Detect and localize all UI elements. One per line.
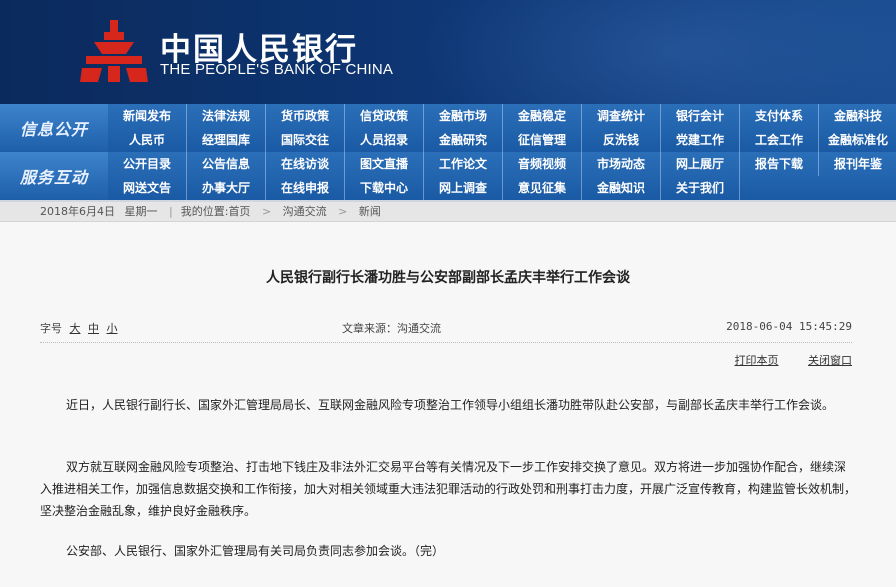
nav-link-live-broadcast[interactable]: 图文直播 [345,152,424,176]
logo-english-text: THE PEOPLE'S BANK OF CHINA [160,61,394,78]
nav-service-title: 服务互动 [0,152,108,200]
nav-link-online-exhibition[interactable]: 网上展厅 [661,152,740,176]
nav-link-news-release[interactable]: 新闻发布 [108,104,187,128]
nav-link-report-download[interactable]: 报告下载 [740,152,819,176]
nav-link-financial-knowledge[interactable]: 金融知识 [582,176,661,200]
nav-service-interaction: 服务互动 公开目录 公告信息 在线访谈 图文直播 工作论文 音频视频 市场动态 … [0,152,896,200]
nav-link-feedback[interactable]: 意见征集 [503,176,582,200]
nav-service-grid: 公开目录 公告信息 在线访谈 图文直播 工作论文 音频视频 市场动态 网上展厅 … [108,152,896,200]
article-tools: 打印本页 关闭窗口 [709,352,853,368]
nav-info-grid: 新闻发布 法律法规 货币政策 信贷政策 金融市场 金融稳定 调查统计 银行会计 … [108,104,896,152]
nav-link-standardization[interactable]: 金融标准化 [819,128,896,152]
nav-info-public: 信息公开 新闻发布 法律法规 货币政策 信贷政策 金融市场 金融稳定 调查统计 … [0,104,896,152]
article-meta: 字号 大 中 小 文章来源：沟通交流 2018-06-04 15:45:29 [40,320,852,336]
font-size-control: 字号 大 中 小 [40,320,118,336]
nav-link-announcements[interactable]: 公告信息 [187,152,266,176]
nav-link-online-survey[interactable]: 网上调查 [424,176,503,200]
nav-link-financial-stability[interactable]: 金融稳定 [503,104,582,128]
breadcrumb-home-link[interactable]: 首页 [228,205,250,218]
current-weekday: 星期一 [124,205,158,218]
nav-link-audio-video[interactable]: 音频视频 [503,152,582,176]
pboc-emblem-icon [80,20,148,82]
nav-link-working-papers[interactable]: 工作论文 [424,152,503,176]
article-datetime: 2018-06-04 15:45:29 [726,320,852,333]
breadcrumb-section-link[interactable]: 沟通交流 [283,205,327,218]
nav-info-title: 信息公开 [0,104,108,152]
article-container: 人民银行副行长潘功胜与公安部副部长孟庆丰举行工作会谈 字号 大 中 小 文章来源… [0,223,896,587]
nav-link-about-us[interactable]: 关于我们 [661,176,740,200]
nav-link-international[interactable]: 国际交往 [266,128,345,152]
nav-link-online-interview[interactable]: 在线访谈 [266,152,345,176]
breadcrumb-arrow-icon: > [261,205,272,218]
banner-glow [420,0,896,104]
nav-link-market-news[interactable]: 市场动态 [582,152,661,176]
nav-link-credit-policy[interactable]: 信贷政策 [345,104,424,128]
font-size-medium-link[interactable]: 中 [88,322,99,335]
article-source: 文章来源：沟通交流 [342,322,441,335]
print-page-link[interactable]: 打印本页 [735,354,779,367]
current-date: 2018年6月4日 [40,205,115,218]
nav-link-yearbooks[interactable]: 报刊年鉴 [819,152,896,176]
nav-link-anti-money-laundering[interactable]: 反洗钱 [582,128,661,152]
nav-link-party-building[interactable]: 党建工作 [661,128,740,152]
breadcrumb-arrow-icon: > [338,205,348,218]
nav-link-bank-accounting[interactable]: 银行会计 [661,104,740,128]
nav-link-online-filing[interactable]: 在线申报 [266,176,345,200]
nav-link-recruitment[interactable]: 人员招录 [345,128,424,152]
breadcrumb-page-link[interactable]: 新闻 [359,205,381,218]
nav-link-public-catalog[interactable]: 公开目录 [108,152,187,176]
nav-link-financial-market[interactable]: 金融市场 [424,104,503,128]
close-window-link[interactable]: 关闭窗口 [808,354,852,367]
nav-link-treasury[interactable]: 经理国库 [187,128,266,152]
article-paragraph: 近日，人民银行副行长、国家外汇管理局局长、互联网金融风险专项整治工作领导小组组长… [66,398,835,412]
nav-link-rmb[interactable]: 人民币 [108,128,187,152]
article-title: 人民银行副行长潘功胜与公安部副部长孟庆丰举行工作会谈 [266,270,630,286]
article-paragraph: 公安部、人民银行、国家外汇管理局有关司局负责同志参加会谈。（完） [66,544,445,558]
font-size-label: 字号 [40,322,62,335]
nav-link-download-center[interactable]: 下载中心 [345,176,424,200]
font-size-small-link[interactable]: 小 [107,322,118,335]
nav-link-statistics[interactable]: 调查统计 [582,104,661,128]
nav-link-service-hall[interactable]: 办事大厅 [187,176,266,200]
font-size-large-link[interactable]: 大 [70,322,81,335]
nav-link-payment-system[interactable]: 支付体系 [740,104,819,128]
nav-link-research[interactable]: 金融研究 [424,128,503,152]
nav-link-credit-reporting[interactable]: 征信管理 [503,128,582,152]
nav-link-monetary-policy[interactable]: 货币政策 [266,104,345,128]
meta-divider [40,342,852,343]
breadcrumb-separator: | [169,205,173,218]
nav-link-laws[interactable]: 法律法规 [187,104,266,128]
nav-link-documents[interactable]: 网送文告 [108,176,187,200]
breadcrumb: 2018年6月4日 星期一 | 我的位置:首页 > 沟通交流 > 新闻 [0,202,896,222]
header-banner: 中国人民银行 THE PEOPLE'S BANK OF CHINA [0,0,896,104]
nav-link-fintech[interactable]: 金融科技 [819,104,896,128]
location-label: 我的位置: [180,205,229,218]
article-paragraph: 双方就互联网金融风险专项整治、打击地下钱庄及非法外汇交易平台等有关情况及下一步工… [40,460,857,518]
nav-link-union[interactable]: 工会工作 [740,128,819,152]
